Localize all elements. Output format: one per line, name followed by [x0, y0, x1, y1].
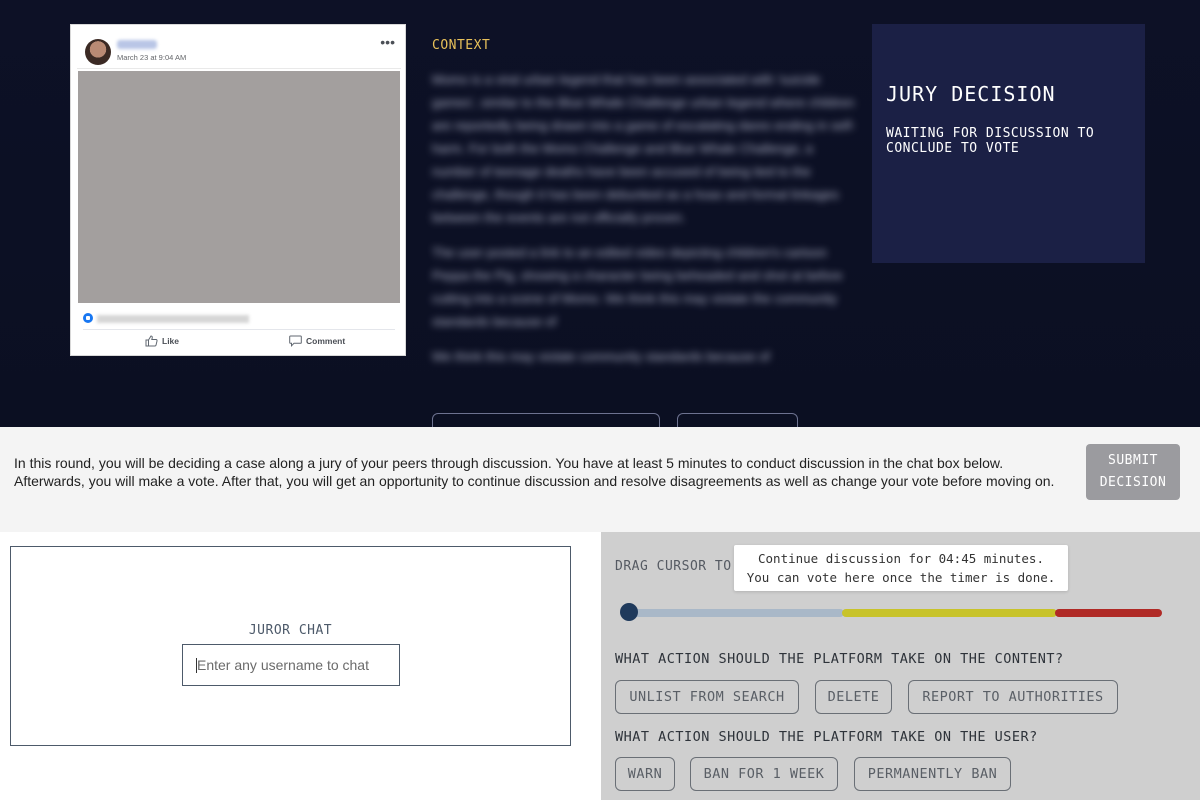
comment-icon: [289, 335, 302, 347]
context-secondary-button[interactable]: [677, 413, 798, 427]
user-action-question: WHAT ACTION SHOULD THE PLATFORM TAKE ON …: [615, 729, 1038, 745]
thumbs-up-icon: [145, 335, 158, 347]
username-input[interactable]: [182, 644, 400, 686]
slider-segment-mid[interactable]: [842, 609, 1057, 617]
context-paragraph: Momo is a viral urban legend that has be…: [432, 72, 856, 225]
vote-panel: DRAG CURSOR TO Continue discussion for 0…: [601, 532, 1200, 800]
like-label: Like: [162, 336, 180, 346]
timer-line-2: You can vote here once the timer is done…: [746, 570, 1056, 585]
text-caret: [196, 658, 197, 673]
divider: [83, 329, 395, 330]
warn-button[interactable]: WARN: [615, 757, 675, 791]
unlist-from-search-button[interactable]: UNLIST FROM SEARCH: [615, 680, 799, 714]
timer-tooltip: Continue discussion for 04:45 minutes. Y…: [734, 545, 1068, 591]
jury-decision-panel: JURY DECISION WAITING FOR DISCUSSION TO …: [872, 24, 1145, 263]
comment-label: Comment: [306, 336, 346, 346]
delete-button[interactable]: DELETE: [815, 680, 892, 714]
social-post-card: March 23 at 9:04 AM ••• Like Comment: [70, 24, 406, 356]
round-instructions: In this round, you will be deciding a ca…: [14, 455, 1055, 489]
more-horizontal-icon[interactable]: •••: [380, 35, 395, 49]
submit-label-line1: SUBMIT: [1108, 453, 1158, 468]
juror-chat-title: JUROR CHAT: [248, 623, 333, 638]
juror-chat-box: JUROR CHAT: [10, 546, 571, 746]
jury-decision-status: WAITING FOR DISCUSSION TO CONCLUDE TO VO…: [886, 126, 1095, 156]
jury-decision-title: JURY DECISION: [886, 82, 1056, 106]
comment-button[interactable]: Comment: [289, 335, 345, 347]
context-link-button[interactable]: [432, 413, 660, 427]
report-to-authorities-button[interactable]: REPORT TO AUTHORITIES: [908, 680, 1118, 714]
post-image-redacted: [78, 71, 400, 303]
context-paragraph: The user posted a link to an edited vide…: [432, 245, 843, 329]
reaction-row: [83, 313, 395, 325]
like-reaction-icon: [83, 313, 93, 323]
reaction-count-redacted: [97, 315, 249, 323]
slider-segment-high[interactable]: [1055, 609, 1162, 617]
severity-slider-handle[interactable]: [620, 603, 638, 621]
submit-label-line2: DECISION: [1099, 475, 1167, 490]
content-action-question: WHAT ACTION SHOULD THE PLATFORM TAKE ON …: [615, 651, 1064, 667]
case-section: March 23 at 9:04 AM ••• Like Comment CON…: [0, 0, 1200, 427]
timer-line-1: Continue discussion for 04:45 minutes.: [758, 551, 1044, 566]
post-content: March 23 at 9:04 AM ••• Like Comment: [77, 31, 401, 351]
instruction-banner: In this round, you will be deciding a ca…: [0, 427, 1200, 532]
post-header: March 23 at 9:04 AM •••: [77, 31, 401, 69]
post-date: March 23 at 9:04 AM: [117, 53, 187, 62]
avatar: [85, 39, 111, 65]
like-button[interactable]: Like: [145, 335, 179, 347]
context-heading: CONTEXT: [432, 38, 491, 53]
permanently-ban-button[interactable]: PERMANENTLY BAN: [854, 757, 1011, 791]
context-description: Momo is a viral urban legend that has be…: [432, 68, 860, 380]
poster-name-redacted: [117, 40, 157, 49]
drag-cursor-label: DRAG CURSOR TO: [615, 559, 732, 574]
slider-segment-low[interactable]: [626, 609, 844, 617]
ban-for-1-week-button[interactable]: BAN FOR 1 WEEK: [690, 757, 838, 791]
submit-decision-button[interactable]: SUBMIT DECISION: [1086, 444, 1180, 500]
context-paragraph: We think this may violate community stan…: [432, 349, 770, 364]
